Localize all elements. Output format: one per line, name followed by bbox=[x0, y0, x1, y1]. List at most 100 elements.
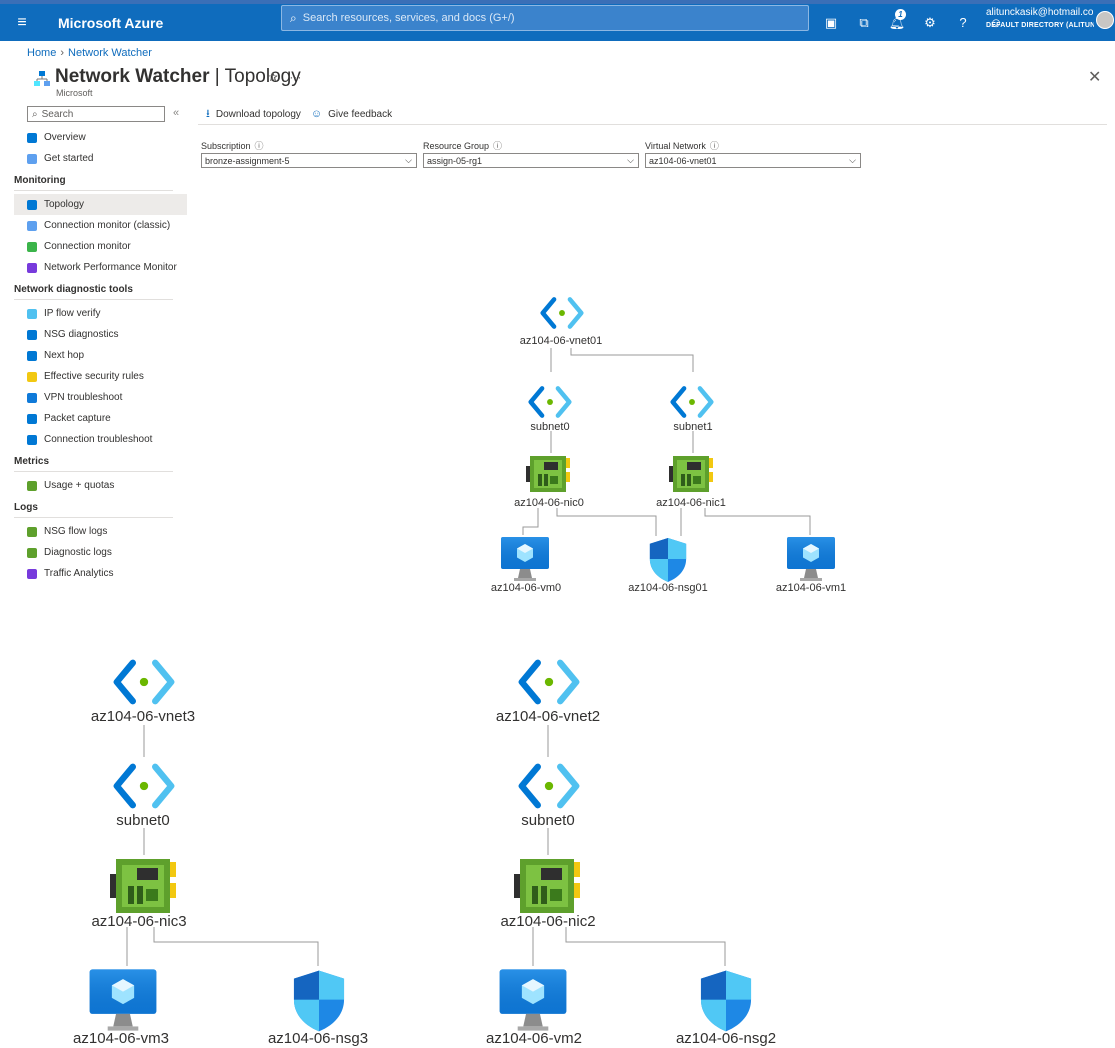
sidebar-item-diagnostic-logs[interactable]: Diagnostic logs bbox=[14, 542, 187, 563]
title-actions: ✰ ··· bbox=[268, 70, 301, 84]
vnet-label: az104-06-vnet3 bbox=[90, 708, 196, 725]
virtual-network-value: az104-06-vnet01 bbox=[649, 155, 717, 166]
give-feedback-label: Give feedback bbox=[328, 108, 393, 120]
subnet-label: subnet0 bbox=[521, 812, 575, 829]
nic-label: az104-06-nic2 bbox=[500, 913, 596, 930]
portal-brand[interactable]: Microsoft Azure bbox=[44, 15, 268, 31]
subnet-icon[interactable] bbox=[522, 767, 576, 805]
sidebar-item-label: Connection troubleshoot bbox=[44, 434, 153, 445]
nic-label: az104-06-nic1 bbox=[656, 497, 726, 509]
subscription-dropdown[interactable]: bronze-assignment-5 ⌵ bbox=[201, 153, 417, 168]
sidebar-item-label: Connection monitor bbox=[44, 241, 131, 252]
overview-icon bbox=[27, 132, 37, 143]
nic-icon[interactable] bbox=[669, 456, 713, 492]
vm-label: az104-06-vm2 bbox=[486, 1030, 582, 1047]
avatar[interactable] bbox=[1096, 11, 1114, 29]
vnet-icon[interactable] bbox=[117, 663, 171, 701]
usage-quotas-icon bbox=[27, 480, 37, 491]
settings-gear-icon[interactable]: ⚙ bbox=[919, 15, 941, 31]
nic-icon[interactable] bbox=[110, 859, 176, 913]
sidebar-item-overview[interactable]: Overview bbox=[14, 127, 187, 148]
sidebar-item-topology[interactable]: Topology bbox=[14, 194, 187, 215]
sidebar-item-effective-security-rules[interactable]: Effective security rules bbox=[14, 366, 187, 387]
page-title-main: Network Watcher bbox=[55, 66, 210, 87]
vm-icon[interactable] bbox=[499, 969, 567, 1031]
help-icon[interactable]: ? bbox=[952, 15, 974, 30]
hamburger-menu-icon[interactable]: ≡ bbox=[0, 4, 44, 41]
vm-icon[interactable] bbox=[787, 537, 835, 581]
nic-icon[interactable] bbox=[514, 859, 580, 913]
chevron-right-icon: › bbox=[60, 47, 65, 59]
subnet-label: subnet0 bbox=[530, 421, 570, 433]
sidebar-item-network-performance-monitor[interactable]: Network Performance Monitor bbox=[14, 257, 187, 278]
subnet-icon[interactable] bbox=[117, 767, 171, 805]
chevron-down-icon: ⌵ bbox=[849, 155, 856, 165]
sidebar-item-nsg-diagnostics[interactable]: NSG diagnostics bbox=[14, 324, 187, 345]
nic-icon[interactable] bbox=[526, 456, 570, 492]
feedback-icon: ☺ bbox=[310, 108, 323, 120]
global-search-input[interactable]: ⌕ Search resources, services, and docs (… bbox=[281, 5, 809, 31]
nsg-label: az104-06-nsg01 bbox=[628, 582, 708, 594]
sidebar-item-label: NSG flow logs bbox=[44, 526, 108, 537]
vm-label: az104-06-vm1 bbox=[775, 582, 847, 594]
collapse-sidebar-icon[interactable]: « bbox=[173, 107, 179, 119]
sidebar-item-get-started[interactable]: Get started bbox=[14, 148, 187, 169]
sidebar-item-connection-troubleshoot[interactable]: Connection troubleshoot bbox=[14, 429, 187, 450]
sidebar-item-usage-quotas[interactable]: Usage + quotas bbox=[14, 475, 187, 496]
account-info[interactable]: alitunckasik@hotmail.co... DEFAULT DIREC… bbox=[986, 6, 1094, 32]
breadcrumb-network-watcher[interactable]: Network Watcher bbox=[68, 47, 152, 59]
subscription-label: Subscription bbox=[201, 141, 251, 151]
topology-icon bbox=[34, 71, 50, 86]
page-title-separator: | bbox=[209, 66, 225, 87]
nsg-flow-logs-icon bbox=[27, 526, 37, 537]
effective-security-rules-icon bbox=[27, 371, 37, 382]
pin-icon[interactable]: ✰ bbox=[268, 70, 278, 84]
vm-icon[interactable] bbox=[501, 537, 549, 581]
nic-label: az104-06-nic0 bbox=[514, 497, 584, 509]
nsg-label: az104-06-nsg2 bbox=[675, 1030, 777, 1047]
subnet-icon[interactable] bbox=[673, 388, 712, 415]
virtual-network-dropdown[interactable]: az104-06-vnet01 ⌵ bbox=[645, 153, 861, 168]
breadcrumb-home[interactable]: Home bbox=[27, 47, 56, 59]
subscription-filter: Subscription ⓘ bronze-assignment-5 ⌵ bbox=[201, 139, 417, 168]
subnet-icon[interactable] bbox=[531, 388, 570, 415]
sidebar-item-label: NSG diagnostics bbox=[44, 329, 119, 340]
download-topology-button[interactable]: ⭳ Download topology bbox=[206, 105, 301, 124]
vnet-icon[interactable] bbox=[522, 663, 576, 701]
connection-troubleshoot-icon bbox=[27, 434, 37, 445]
nsg-shield-icon[interactable] bbox=[293, 970, 345, 1032]
notifications-icon[interactable]: 🔔︎ 1 bbox=[886, 8, 908, 31]
sidebar-item-connection-monitor[interactable]: Connection monitor bbox=[14, 236, 187, 257]
nsg-shield-icon[interactable] bbox=[649, 538, 687, 582]
page-title: Network Watcher | Topology bbox=[55, 66, 301, 88]
sidebar-item-packet-capture[interactable]: Packet capture bbox=[14, 408, 187, 429]
vnet-icon[interactable] bbox=[543, 299, 582, 326]
virtual-network-filter: Virtual Network ⓘ az104-06-vnet01 ⌵ bbox=[645, 139, 861, 168]
info-icon[interactable]: ⓘ bbox=[710, 141, 719, 151]
sidebar-search-input[interactable]: ⌕ Search bbox=[27, 106, 165, 122]
vm-icon[interactable] bbox=[89, 969, 157, 1031]
info-icon[interactable]: ⓘ bbox=[255, 141, 264, 151]
give-feedback-button[interactable]: ☺ Give feedback bbox=[311, 108, 392, 120]
resource-group-dropdown[interactable]: assign-05-rg1 ⌵ bbox=[423, 153, 639, 168]
resource-group-filter: Resource Group ⓘ assign-05-rg1 ⌵ bbox=[423, 139, 639, 168]
connection-monitor-icon bbox=[27, 241, 37, 252]
info-icon[interactable]: ⓘ bbox=[493, 141, 502, 151]
sidebar-item-next-hop[interactable]: Next hop bbox=[14, 345, 187, 366]
subnet-label: subnet1 bbox=[673, 421, 713, 433]
directory-filter-icon[interactable]: ⧉ bbox=[853, 15, 875, 31]
more-options-icon[interactable]: ··· bbox=[289, 70, 301, 84]
sidebar-item-nsg-flow-logs[interactable]: NSG flow logs bbox=[14, 521, 187, 542]
sidebar-item-traffic-analytics[interactable]: Traffic Analytics bbox=[14, 563, 187, 584]
sidebar-item-vpn-troubleshoot[interactable]: VPN troubleshoot bbox=[14, 387, 187, 408]
cloud-shell-icon[interactable]: ▣ bbox=[820, 15, 842, 31]
close-icon[interactable]: ✕ bbox=[1088, 67, 1101, 87]
packet-capture-icon bbox=[27, 413, 37, 424]
traffic-analytics-icon bbox=[27, 568, 37, 579]
resource-group-value: assign-05-rg1 bbox=[427, 155, 483, 166]
sidebar-item-ip-flow-verify[interactable]: IP flow verify bbox=[14, 303, 187, 324]
subnet-label: subnet0 bbox=[116, 812, 170, 829]
account-email: alitunckasik@hotmail.co... bbox=[986, 7, 1094, 18]
nsg-shield-icon[interactable] bbox=[700, 970, 752, 1032]
sidebar-item-connection-monitor-classic[interactable]: Connection monitor (classic) bbox=[14, 215, 187, 236]
